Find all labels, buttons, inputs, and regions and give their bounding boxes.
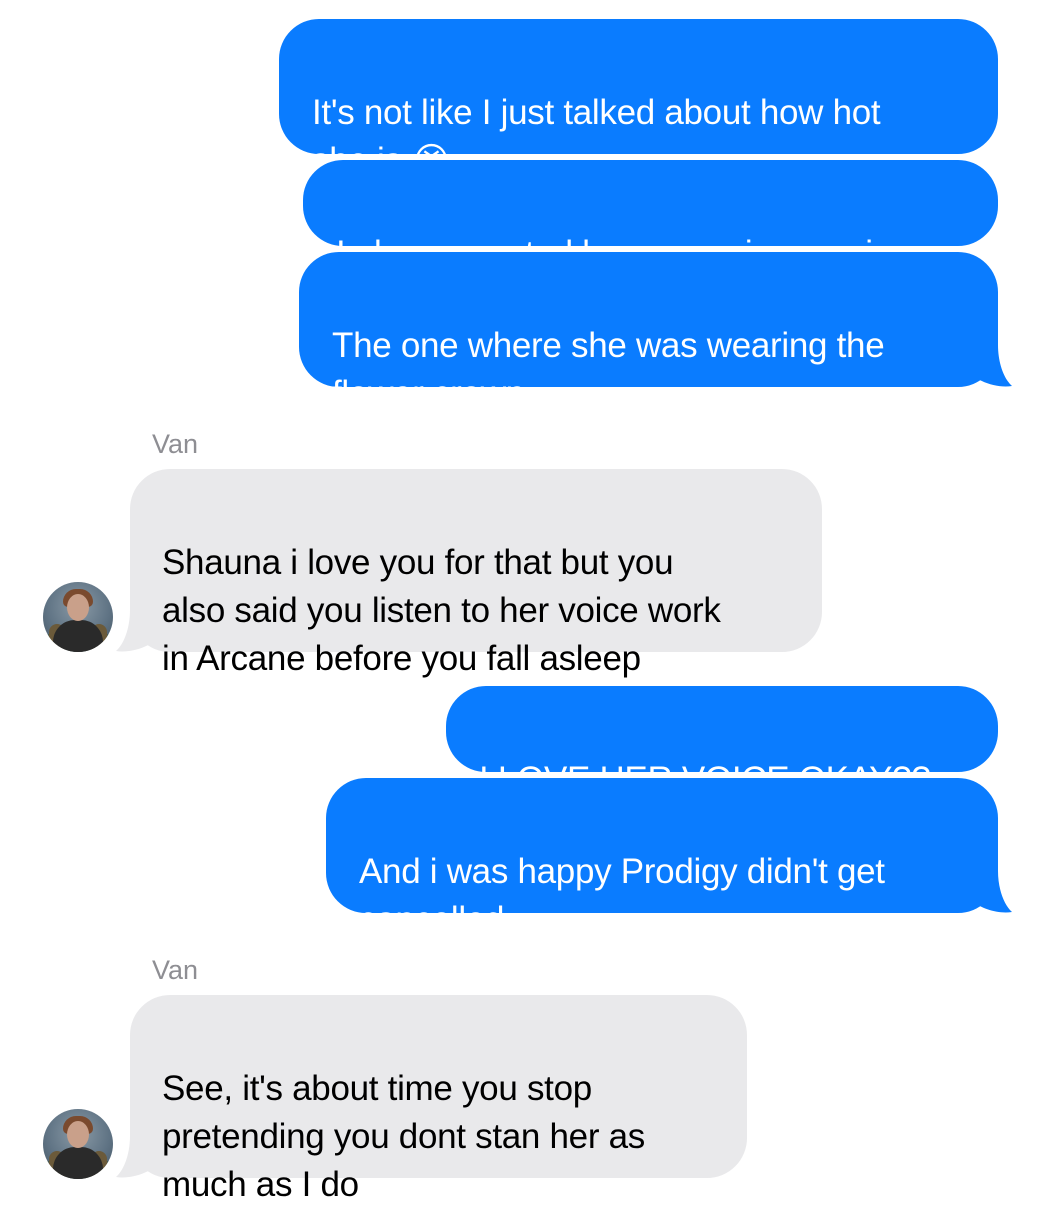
- outgoing-bubble-tail: [968, 871, 1012, 913]
- outgoing-message-bubble[interactable]: It's not like I just talked about how ho…: [279, 19, 998, 180]
- outgoing-message-bubble[interactable]: The one where she was wearing the flower…: [299, 252, 998, 413]
- sender-name: Van: [152, 429, 199, 459]
- contact-avatar[interactable]: [43, 1109, 113, 1179]
- outgoing-message-bubble[interactable]: And i was happy Prodigy didn't get cance…: [326, 778, 998, 939]
- contact-avatar[interactable]: [43, 582, 113, 652]
- avatar-photo-detail: [67, 1121, 89, 1148]
- incoming-bubble-tail: [116, 610, 160, 652]
- avatar-photo-detail: [67, 594, 89, 621]
- message-text: See, it's about time you stop pretending…: [162, 1069, 645, 1204]
- sender-name: Van: [152, 955, 199, 985]
- incoming-bubble-tail: [116, 1136, 160, 1178]
- message-text: The one where she was wearing the flower…: [332, 326, 885, 413]
- incoming-message-bubble[interactable]: Shauna i love you for that but you also …: [130, 469, 822, 678]
- outgoing-message-bubble[interactable]: I also promoted her upcoming movie: [303, 160, 998, 273]
- incoming-message-bubble[interactable]: See, it's about time you stop pretending…: [130, 995, 747, 1204]
- outgoing-message-bubble[interactable]: I LOVE HER VOICE OKAY??: [446, 686, 998, 799]
- message-text: Shauna i love you for that but you also …: [162, 543, 721, 678]
- message-text: And i was happy Prodigy didn't get cance…: [359, 852, 885, 939]
- outgoing-bubble-tail: [968, 345, 1012, 387]
- avatar-photo-detail: [53, 620, 103, 652]
- avatar-photo-detail: [53, 1147, 103, 1179]
